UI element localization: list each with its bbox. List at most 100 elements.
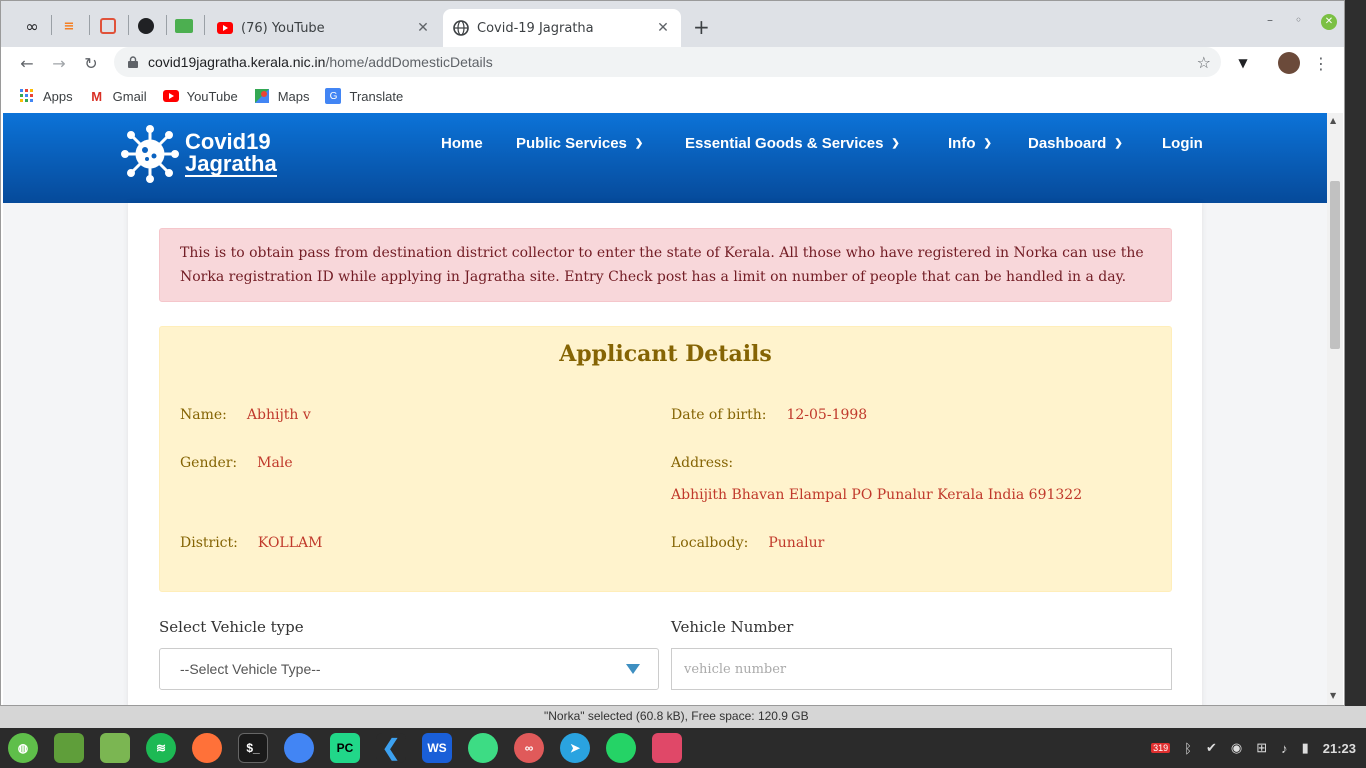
youtube-icon xyxy=(162,88,179,104)
bookmark-label: Apps xyxy=(43,88,73,104)
address-bar[interactable]: covid19jagratha.kerala.nic.in/home/addDo… xyxy=(114,47,1221,77)
w3schools-icon xyxy=(175,19,193,33)
pycharm-icon[interactable]: PC xyxy=(330,733,360,763)
image-viewer-icon[interactable] xyxy=(652,733,682,763)
clock[interactable]: 21:23 xyxy=(1323,741,1356,756)
gender-value: Male xyxy=(257,455,293,471)
pinned-tab-stackoverflow[interactable]: ≡ xyxy=(54,10,84,42)
arrow-right-icon: → xyxy=(52,53,66,73)
brand-line2: Jagratha xyxy=(185,151,277,177)
bookmark-translate[interactable]: G Translate xyxy=(325,88,403,104)
nav-essential-goods[interactable]: Essential Goods & Services ❯ xyxy=(685,113,900,173)
telegram-icon[interactable]: ➤ xyxy=(560,733,590,763)
pinned-tab-infinity[interactable]: ∞ xyxy=(17,10,47,42)
whatsapp-icon[interactable] xyxy=(606,733,636,763)
bookmark-star-icon[interactable]: ☆ xyxy=(1197,53,1211,72)
vscode-icon[interactable]: ❮ xyxy=(376,733,406,763)
vehicle-number-label: Vehicle Number xyxy=(671,618,794,636)
tab-separator xyxy=(89,15,90,35)
globe-icon xyxy=(453,20,469,36)
youtube-icon xyxy=(217,20,233,36)
vehicle-type-select[interactable]: --Select Vehicle Type-- xyxy=(159,648,659,690)
battery-icon[interactable]: ▮ xyxy=(1302,740,1309,756)
localbody-label: Localbody: xyxy=(671,535,749,551)
name-label: Name: xyxy=(180,407,227,423)
profile-button[interactable] xyxy=(1277,51,1301,75)
mint-menu-icon[interactable]: ◍ xyxy=(8,733,38,763)
caret-down-icon xyxy=(626,664,640,674)
district-label: District: xyxy=(180,535,238,551)
name-value: Abhijth v xyxy=(246,407,311,423)
new-tab-button[interactable]: + xyxy=(693,15,710,39)
nav-dashboard[interactable]: Dashboard ❯ xyxy=(1028,113,1123,173)
files-icon[interactable] xyxy=(100,733,130,763)
bookmark-gmail[interactable]: M Gmail xyxy=(89,88,146,104)
reload-button[interactable]: ↻ xyxy=(79,51,103,75)
tab-title: (76) YouTube xyxy=(241,20,325,36)
close-window-button[interactable]: ✕ xyxy=(1321,14,1337,30)
back-button[interactable]: ← xyxy=(15,51,39,75)
nav-login[interactable]: Login xyxy=(1162,113,1203,173)
bluetooth-icon[interactable]: ᛒ xyxy=(1184,741,1192,756)
network-icon[interactable]: ⊞ xyxy=(1256,740,1267,756)
localbody-value: Punalur xyxy=(768,535,825,551)
translate-icon: G xyxy=(325,88,342,104)
spotify-icon[interactable]: ≋ xyxy=(146,733,176,763)
tab-separator xyxy=(128,15,129,35)
webstorm-icon[interactable]: WS xyxy=(422,733,452,763)
lock-icon xyxy=(126,55,140,69)
site-logo[interactable]: Covid19 Jagratha xyxy=(121,125,277,183)
chevron-down-icon: ❯ xyxy=(983,137,992,149)
bookmark-youtube[interactable]: YouTube xyxy=(162,88,238,104)
firefox-icon[interactable] xyxy=(192,733,222,763)
address-value: Abhijith Bhavan Elampal PO Punalur Keral… xyxy=(671,487,1083,503)
extension-menu-button[interactable]: ▼ xyxy=(1231,51,1255,75)
scroll-up-icon[interactable]: ▲ xyxy=(1330,116,1336,125)
background-window-statusbar: "Norka" selected (60.8 kB), Free space: … xyxy=(0,706,1366,728)
name-field: Name: Abhijth v xyxy=(180,407,311,423)
tab-title: Covid-19 Jagratha xyxy=(477,20,594,36)
readme-icon[interactable]: ∞ xyxy=(514,733,544,763)
tab-youtube[interactable]: (76) YouTube ✕ xyxy=(207,9,441,47)
shield-icon[interactable]: ✔ xyxy=(1206,740,1217,756)
browser-toolbar: ← → ↻ covid19jagratha.kerala.nic.in/home… xyxy=(1,47,1344,79)
virus-logo-icon xyxy=(121,125,179,183)
update-badge[interactable]: 319 xyxy=(1151,743,1171,753)
tab-covid-jagratha[interactable]: Covid-19 Jagratha ✕ xyxy=(443,9,681,47)
info-alert: This is to obtain pass from destination … xyxy=(159,228,1172,302)
bookmark-label: YouTube xyxy=(186,88,238,104)
url-host: covid19jagratha.kerala.nic.in xyxy=(148,54,326,70)
volume-icon[interactable]: ♪ xyxy=(1281,741,1288,756)
pinned-tab-github[interactable] xyxy=(131,10,161,42)
nav-public-services[interactable]: Public Services ❯ xyxy=(516,113,643,173)
close-icon[interactable]: ✕ xyxy=(415,20,431,36)
android-studio-icon[interactable] xyxy=(468,733,498,763)
bookmark-maps[interactable]: Maps xyxy=(254,88,309,104)
vehicle-type-label: Select Vehicle type xyxy=(159,618,304,636)
localbody-field: Localbody: Punalur xyxy=(671,535,824,551)
chevron-down-icon: ❯ xyxy=(891,137,900,149)
page-scrollbar[interactable]: ▲ ▼ xyxy=(1327,113,1343,705)
terminal-icon[interactable]: $_ xyxy=(238,733,268,763)
pinned-tab-app[interactable] xyxy=(93,10,123,42)
forward-button[interactable]: → xyxy=(47,51,71,75)
whatsapp-tray-icon[interactable]: ◉ xyxy=(1231,740,1242,756)
pinned-tab-w3[interactable] xyxy=(169,10,199,42)
close-icon[interactable]: ✕ xyxy=(655,20,671,36)
vehicle-number-input[interactable] xyxy=(671,648,1172,690)
bookmark-apps[interactable]: Apps xyxy=(19,88,73,104)
minimize-icon[interactable]: – xyxy=(1267,13,1273,27)
apps-grid-icon xyxy=(19,88,35,104)
nav-info[interactable]: Info ❯ xyxy=(948,113,992,173)
scrollbar-thumb[interactable] xyxy=(1330,181,1340,349)
file-manager-status: "Norka" selected (60.8 kB), Free space: … xyxy=(544,709,809,723)
chrome-icon[interactable] xyxy=(284,733,314,763)
restore-icon[interactable]: ◦ xyxy=(1295,13,1302,27)
desktop-icon[interactable] xyxy=(54,733,84,763)
system-tray: 319 ᛒ ✔ ◉ ⊞ ♪ ▮ 21:23 xyxy=(1137,728,1366,768)
browser-menu-button[interactable]: ⋮ xyxy=(1309,51,1333,75)
site-navbar: Covid19 Jagratha Home Public Services ❯ E… xyxy=(3,113,1327,203)
nav-label: Dashboard xyxy=(1028,134,1107,152)
scroll-down-icon[interactable]: ▼ xyxy=(1330,691,1336,700)
nav-home[interactable]: Home xyxy=(441,113,483,173)
